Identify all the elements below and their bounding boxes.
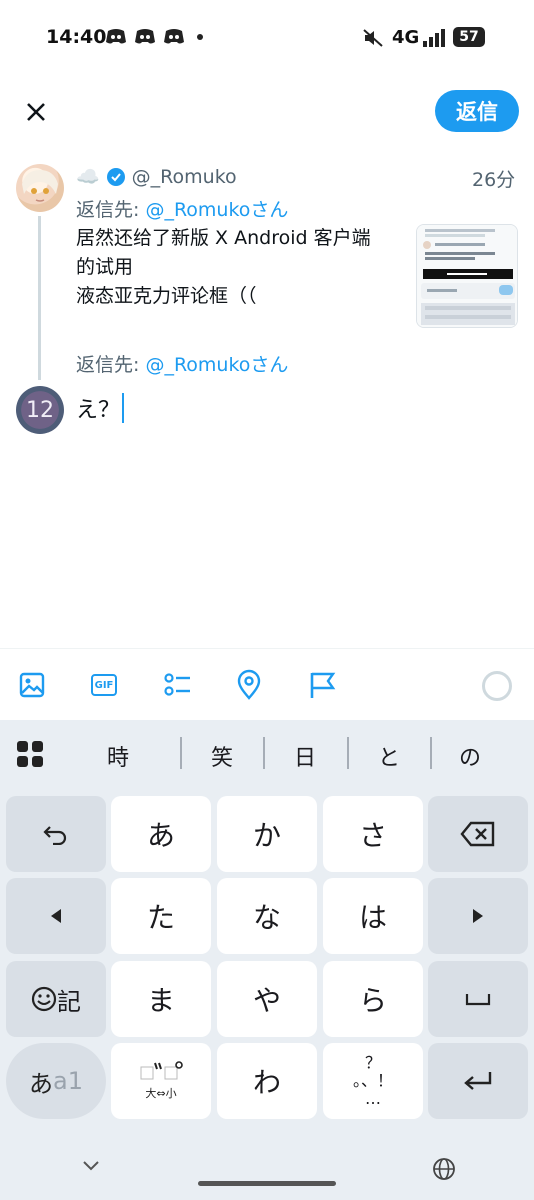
enter-key[interactable] — [428, 1043, 528, 1119]
reply-to-handle[interactable]: @_Romukoさん — [145, 354, 288, 376]
image-icon[interactable] — [16, 669, 48, 701]
reply-to-prefix: 返信先: — [76, 354, 146, 376]
suggestion[interactable]: の — [430, 740, 510, 772]
draft-text: え？ — [76, 398, 121, 423]
gif-label: GIF — [94, 679, 114, 691]
emoji-key[interactable]: 記 — [6, 961, 106, 1037]
globe-icon[interactable] — [432, 1157, 456, 1181]
flag-icon[interactable] — [306, 669, 338, 701]
enter-icon — [464, 1072, 492, 1090]
dakuten-key[interactable]: 大⇔小 — [111, 1043, 211, 1119]
reply-to-prefix: 返信先: — [76, 199, 146, 221]
reply-text-input[interactable]: え？ — [76, 392, 125, 424]
mode-key-alt: a1 — [53, 1067, 83, 1095]
notification-app-icon — [135, 29, 155, 44]
dakuten-handakuten-icon — [140, 1061, 183, 1080]
gif-icon[interactable]: GIF — [91, 674, 117, 696]
kana-key[interactable]: ら — [323, 961, 423, 1037]
battery-level: 57 — [459, 29, 479, 45]
author-handle: @_Romuko — [131, 165, 237, 188]
display-name: ☁️ — [76, 166, 100, 188]
screenshot-thumbnail-image — [417, 225, 517, 327]
kana-key[interactable]: た — [111, 878, 211, 954]
emoji-key-label: 記 — [57, 987, 81, 1016]
more-notifications-dot — [197, 34, 203, 40]
punctuation-key[interactable]: ？ 。、！ … — [323, 1043, 423, 1119]
tweet-author-row: ☁️ @_Romuko — [76, 165, 237, 189]
right-arrow-icon — [473, 909, 483, 923]
kana-key[interactable]: さ — [323, 796, 423, 872]
avatar-text: 12 — [26, 397, 54, 423]
suggestion[interactable]: と — [349, 740, 429, 772]
hide-keyboard-icon[interactable] — [82, 1160, 100, 1172]
keyboard — [0, 720, 534, 1200]
verified-badge-icon — [106, 167, 125, 186]
home-indicator[interactable] — [198, 1181, 336, 1186]
suggestion[interactable]: 笑 — [182, 740, 262, 772]
avatar-illustration — [22, 170, 58, 202]
toolbar-divider — [0, 648, 534, 649]
space-icon — [465, 994, 491, 1006]
signal-icon — [423, 29, 445, 47]
text-caret — [122, 393, 125, 423]
backspace-key[interactable] — [428, 796, 528, 872]
notification-app-icon — [106, 29, 126, 44]
punct-key-bottom: 。、！ — [352, 1071, 393, 1090]
suggestion[interactable]: 日 — [265, 740, 345, 772]
tweet-text-line: 液态亚克力评论框（（ — [76, 285, 257, 307]
status-time: 14:40 — [46, 26, 107, 48]
suggestion[interactable]: 時 — [78, 740, 158, 772]
reply-button[interactable]: 返信 — [435, 90, 519, 132]
character-count-ring — [482, 671, 512, 701]
mute-icon — [363, 29, 383, 47]
battery-icon: 57 — [453, 27, 485, 47]
left-arrow-icon — [51, 909, 61, 923]
kana-key[interactable]: な — [217, 878, 317, 954]
location-icon[interactable] — [233, 669, 265, 701]
kana-key[interactable]: あ — [111, 796, 211, 872]
compose-reply-to: 返信先: @_Romukoさん — [76, 350, 288, 377]
notification-app-icon — [164, 29, 184, 44]
status-bar: 14:40 4G 57 — [0, 0, 534, 76]
original-author-avatar[interactable] — [16, 164, 64, 212]
tweet-text: 居然还给了新版 X Android 客户端 的试用 液态亚克力评论框（（ — [76, 224, 406, 311]
apps-grid-icon[interactable] — [16, 740, 44, 768]
kana-key[interactable]: や — [217, 961, 317, 1037]
space-key[interactable] — [428, 961, 528, 1037]
network-type: 4G — [392, 27, 420, 48]
undo-icon — [43, 826, 67, 845]
tweet-image-thumbnail[interactable] — [416, 224, 518, 328]
poll-icon[interactable] — [161, 669, 193, 701]
mode-key-label: あ — [29, 1069, 53, 1098]
original-reply-to: 返信先: @_Romukoさん — [76, 195, 288, 222]
kana-key[interactable]: ま — [111, 961, 211, 1037]
cursor-right-key[interactable] — [428, 878, 528, 954]
punct-key-dots: … — [365, 1089, 381, 1108]
input-mode-key[interactable]: あ a1 — [6, 1043, 106, 1119]
tweet-text-line: 的试用 — [76, 256, 134, 278]
kana-key[interactable]: わ — [217, 1043, 317, 1119]
backspace-icon — [460, 821, 495, 847]
cursor-left-key[interactable] — [6, 878, 106, 954]
punct-key-top: ？ — [364, 1053, 381, 1072]
kana-key[interactable]: か — [217, 796, 317, 872]
emoji-icon — [31, 986, 57, 1012]
user-avatar: 12 — [16, 386, 64, 434]
thread-line — [38, 216, 41, 380]
tweet-time-ago: 26分 — [472, 169, 516, 191]
kana-key[interactable]: は — [323, 878, 423, 954]
dakuten-key-sub: 大⇔小 — [145, 1087, 177, 1100]
reply-to-handle[interactable]: @_Romukoさん — [145, 199, 288, 221]
tweet-text-line: 居然还给了新版 X Android 客户端 — [76, 227, 371, 249]
undo-key[interactable] — [6, 796, 106, 872]
close-icon[interactable] — [18, 94, 54, 130]
